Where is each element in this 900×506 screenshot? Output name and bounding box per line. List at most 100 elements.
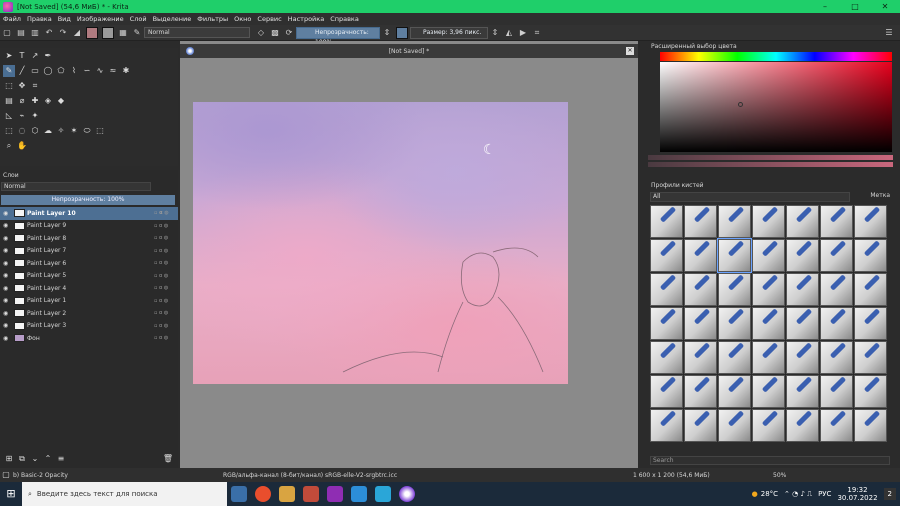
blend-mode-select[interactable]: Normal [144, 27, 250, 38]
brush-preset[interactable] [820, 409, 853, 442]
brush-preset[interactable] [752, 375, 785, 408]
chrome-icon[interactable] [255, 486, 271, 502]
bezier-select-tool-icon[interactable]: ⬭ [81, 125, 93, 137]
brush-preset[interactable] [752, 409, 785, 442]
brush-preset[interactable] [718, 409, 751, 442]
dynamic-brush-tool-icon[interactable]: ≈ [107, 65, 119, 77]
taskbar-search-box[interactable]: ⌕ Введите здесь текст для поиска [22, 482, 227, 506]
move-tool-icon[interactable]: ✥ [16, 80, 28, 92]
open-icon[interactable]: ▤ [16, 28, 26, 38]
workspace-chooser-icon[interactable]: ☰ [884, 28, 894, 38]
brush-preset[interactable] [820, 341, 853, 374]
move-layer-down-icon[interactable]: ⌄ [29, 453, 41, 465]
delete-layer-icon[interactable]: 🗑 [162, 453, 174, 465]
brush-tag-filter[interactable]: All [650, 192, 850, 202]
smart-patch-tool-icon[interactable]: ✚ [29, 95, 41, 107]
opacity-spinner-icon[interactable]: ⇕ [382, 28, 392, 38]
layer-row[interactable]: ◉ Paint Layer 4 ▫ α ◍ [0, 282, 178, 295]
layer-flags[interactable]: ▫ α ◍ [154, 223, 178, 229]
maximize-button[interactable]: □ [840, 2, 870, 11]
brush-preset[interactable] [854, 205, 887, 238]
brush-preset[interactable] [650, 375, 683, 408]
layer-row[interactable]: ◉ Paint Layer 3 ▫ α ◍ [0, 320, 178, 333]
hue-slider[interactable] [660, 52, 892, 61]
visibility-eye-icon[interactable]: ◉ [3, 235, 11, 242]
rectangle-tool-icon[interactable]: ▭ [29, 65, 41, 77]
menu-edit[interactable]: Правка [27, 15, 52, 23]
weather-temperature[interactable]: 28°C [761, 490, 778, 498]
tray-icons[interactable]: ⌃ ◔ ♪ ⎍ [784, 490, 812, 499]
layer-properties-icon[interactable]: ≡ [55, 453, 67, 465]
brush-search-input[interactable]: Search [650, 456, 890, 465]
brush-preset[interactable] [718, 375, 751, 408]
foreground-color-swatch[interactable] [86, 26, 98, 39]
polyline-tool-icon[interactable]: ⌇ [68, 65, 80, 77]
brush-preset[interactable] [854, 307, 887, 340]
similar-select-tool-icon[interactable]: ✶ [68, 125, 80, 137]
brush-preset-icon[interactable]: ✎ [132, 28, 142, 38]
brush-preset[interactable] [717, 238, 752, 273]
flow-swatch[interactable] [396, 26, 408, 39]
clock[interactable]: 19:32 30.07.2022 [837, 486, 877, 502]
background-color-swatch[interactable] [102, 26, 114, 39]
layer-flags[interactable]: ▫ α ◍ [154, 298, 178, 304]
line-tool-icon[interactable]: ╱ [16, 65, 28, 77]
layer-row[interactable]: ◉ Paint Layer 8 ▫ α ◍ [0, 232, 178, 245]
document-tab[interactable]: [Not Saved] * ✕ [180, 44, 638, 58]
gradient-icon[interactable]: ◢ [72, 28, 82, 38]
brush-preset[interactable] [650, 205, 683, 238]
layer-row[interactable]: ◉ Paint Layer 5 ▫ α ◍ [0, 270, 178, 283]
layer-flags[interactable]: ▫ α ◍ [154, 248, 178, 254]
menu-settings[interactable]: Настройка [288, 15, 324, 23]
move-layer-up-icon[interactable]: ⌃ [42, 453, 54, 465]
layer-opacity-slider[interactable]: Непрозрачность: 100% [1, 195, 175, 205]
bezier-tool-icon[interactable]: ∽ [81, 65, 93, 77]
menu-help[interactable]: Справка [330, 15, 359, 23]
krita-taskbar-icon[interactable] [399, 486, 415, 502]
layer-flags[interactable]: ▫ α ◍ [154, 323, 178, 329]
layer-row[interactable]: ◉ Paint Layer 2 ▫ α ◍ [0, 307, 178, 320]
text-tool-icon[interactable]: T [16, 50, 28, 62]
brush-preset[interactable] [820, 205, 853, 238]
brush-preset[interactable] [650, 307, 683, 340]
duplicate-layer-icon[interactable]: ⧉ [16, 453, 28, 465]
new-document-icon[interactable]: ▢ [2, 28, 12, 38]
minimize-button[interactable]: – [810, 2, 840, 11]
menu-window[interactable]: Окно [234, 15, 251, 23]
mirror-horizontal-icon[interactable]: ◭ [504, 28, 514, 38]
brush-preset[interactable] [854, 239, 887, 272]
measure-tool-icon[interactable]: ◺ [3, 110, 15, 122]
word-icon[interactable] [375, 486, 391, 502]
visibility-eye-icon[interactable]: ◉ [3, 222, 11, 229]
brush-preset[interactable] [752, 205, 785, 238]
menu-file[interactable]: Файл [3, 15, 21, 23]
mirror-vertical-icon[interactable]: ▶ [518, 28, 528, 38]
brush-preset[interactable] [820, 307, 853, 340]
brush-preset[interactable] [854, 375, 887, 408]
saturation-value-picker[interactable] [660, 62, 892, 152]
brush-preset[interactable] [684, 409, 717, 442]
color-picker-tool-icon[interactable]: ⌀ [16, 95, 28, 107]
brush-preset[interactable] [752, 307, 785, 340]
taskview-icon[interactable] [231, 486, 247, 502]
menu-select[interactable]: Выделение [153, 15, 192, 23]
menu-layer[interactable]: Слой [130, 15, 147, 23]
brush-preset[interactable] [684, 307, 717, 340]
brush-preset[interactable] [854, 341, 887, 374]
notification-badge[interactable]: 2 [883, 488, 896, 500]
reload-preset-icon[interactable]: ⟳ [284, 28, 294, 38]
windows-start-icon[interactable]: ⊞ [0, 482, 22, 506]
brush-preset[interactable] [718, 341, 751, 374]
redo-icon[interactable]: ↷ [58, 28, 68, 38]
menu-image[interactable]: Изображение [77, 15, 124, 23]
layer-row[interactable]: ◉ Paint Layer 10 ▫ α ◍ [0, 207, 178, 220]
color-cursor[interactable] [738, 102, 743, 107]
add-layer-icon[interactable]: ⊞ [3, 453, 15, 465]
color-history-bar[interactable] [648, 155, 893, 160]
taskbar-app-icon[interactable] [327, 486, 343, 502]
ellipse-select-tool-icon[interactable]: ◌ [16, 125, 28, 137]
brush-preset[interactable] [684, 341, 717, 374]
brush-preset[interactable] [786, 307, 819, 340]
brush-preset[interactable] [752, 273, 785, 306]
brush-preset[interactable] [718, 205, 751, 238]
